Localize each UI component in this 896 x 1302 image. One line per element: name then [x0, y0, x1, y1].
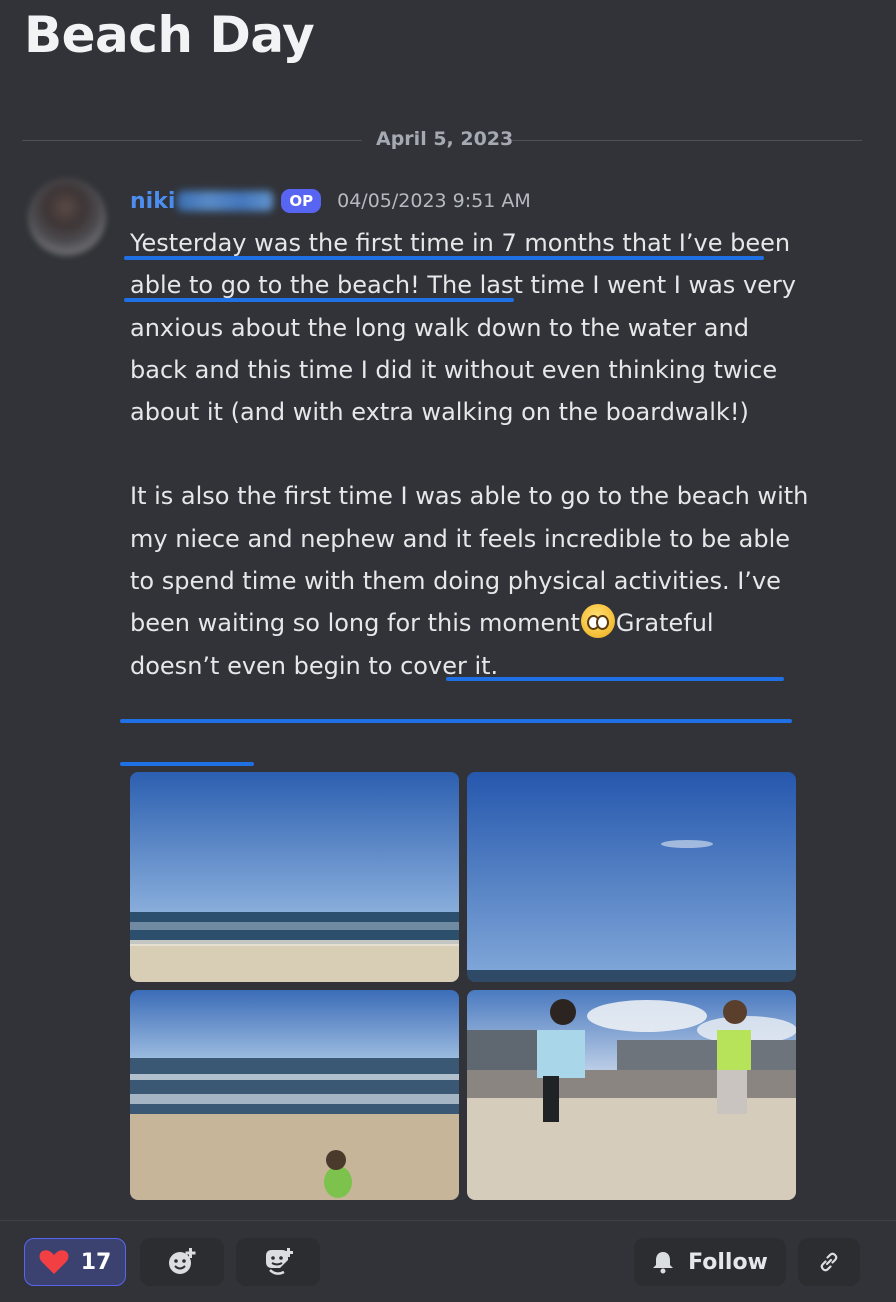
- beach-photo-3[interactable]: [130, 990, 459, 1200]
- highlight-underline: [120, 719, 792, 723]
- add-reaction-button[interactable]: [140, 1238, 224, 1286]
- thread-title: Beach Day: [24, 6, 315, 64]
- beach-photo-2[interactable]: [467, 772, 796, 982]
- thread-view: Beach Day April 5, 2023 niki OP 04/05/20…: [0, 0, 896, 1302]
- add-sticker-icon: [266, 1248, 293, 1275]
- reaction-count: 17: [80, 1249, 112, 1275]
- add-sticker-button[interactable]: [236, 1238, 320, 1286]
- highlight-underline: [124, 298, 514, 302]
- copy-link-button[interactable]: [798, 1238, 860, 1286]
- divider-line: [22, 140, 362, 141]
- highlight-underline: [446, 677, 784, 681]
- divider-line: [512, 140, 862, 141]
- highlight-underline: [120, 762, 254, 766]
- footer-divider: [0, 1220, 896, 1221]
- post-body: Yesterday was the first time in 7 months…: [130, 222, 810, 687]
- bell-icon: [653, 1252, 674, 1274]
- pleading-face-emoji: [580, 604, 615, 639]
- date-divider-label: April 5, 2023: [376, 128, 514, 150]
- post-paragraph-2: It is also the first time I was able to …: [130, 475, 810, 686]
- image-gallery: [130, 772, 796, 1200]
- post-timestamp: 04/05/2023 9:51 AM: [337, 190, 531, 212]
- heart-reaction-button[interactable]: 17: [24, 1238, 126, 1286]
- post-paragraph-1: Yesterday was the first time in 7 months…: [130, 229, 796, 427]
- author-name-redacted: [177, 191, 274, 211]
- follow-label: Follow: [688, 1249, 768, 1275]
- heart-icon: [39, 1250, 69, 1274]
- author-name[interactable]: niki: [130, 189, 175, 214]
- link-icon: [820, 1252, 838, 1272]
- beach-photo-1[interactable]: [130, 772, 459, 982]
- highlight-underline: [124, 256, 764, 260]
- avatar[interactable]: [28, 178, 106, 256]
- op-badge: OP: [281, 189, 322, 213]
- add-reaction-icon: [169, 1248, 196, 1274]
- post-header: niki OP 04/05/2023 9:51 AM: [130, 184, 531, 218]
- date-divider: April 5, 2023: [22, 126, 862, 154]
- beach-photo-4[interactable]: [467, 990, 796, 1200]
- follow-button[interactable]: Follow: [634, 1238, 786, 1286]
